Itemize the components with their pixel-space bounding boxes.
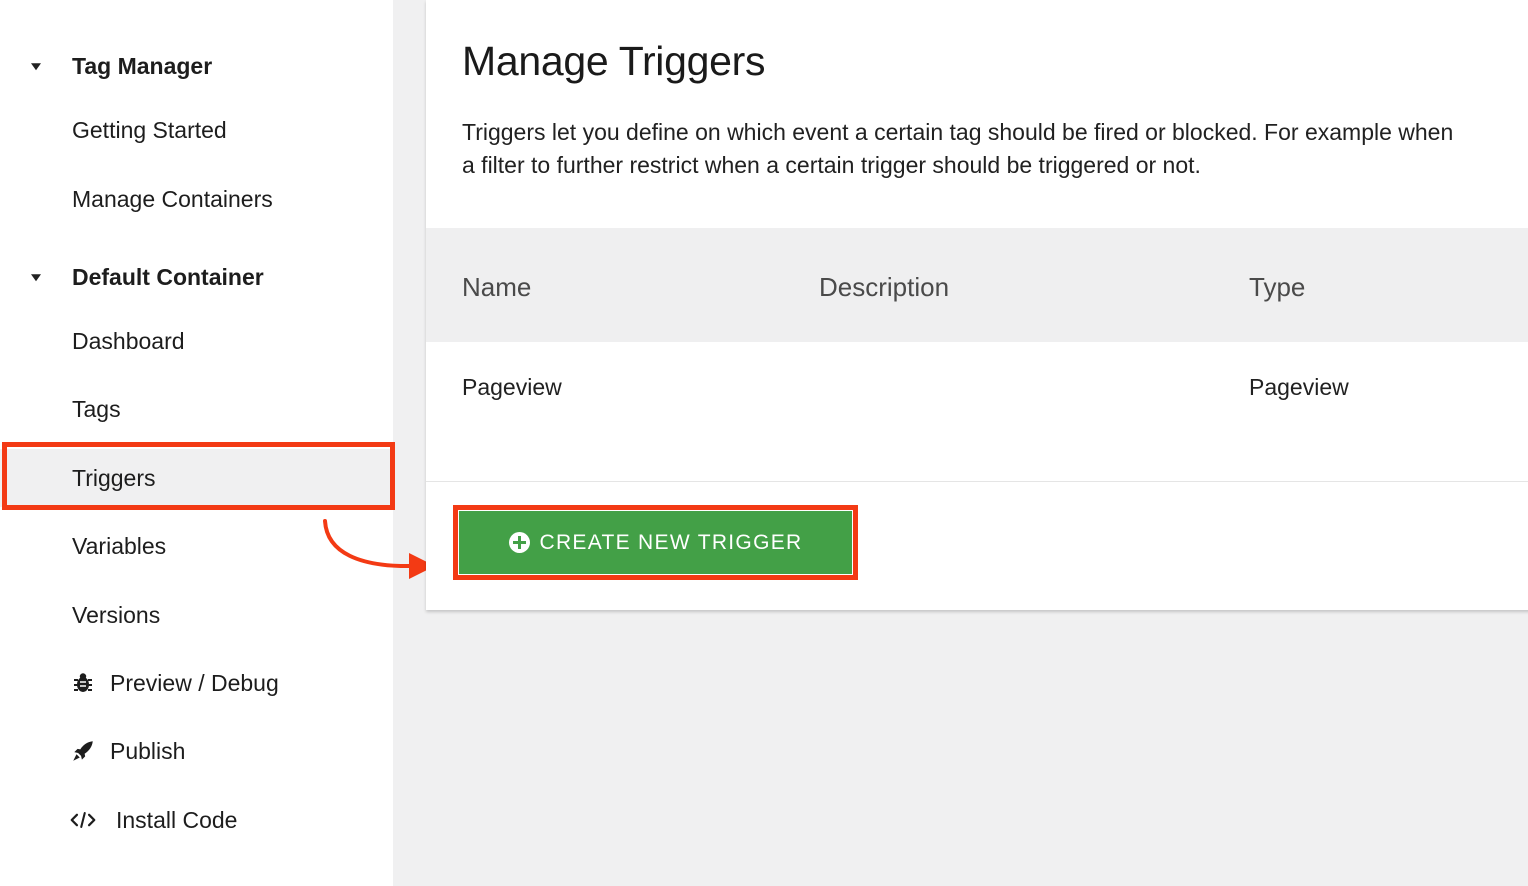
sidebar-item-label: Dashboard <box>72 327 185 354</box>
sidebar-item-label: Preview / Debug <box>110 669 279 696</box>
sidebar-item-install-code[interactable]: Install Code <box>0 791 393 849</box>
sidebar-item-label: Publish <box>110 737 186 764</box>
sidebar-item-label: Triggers <box>72 464 156 491</box>
sidebar-item-dashboard[interactable]: Dashboard <box>0 312 393 370</box>
bug-icon <box>70 670 96 696</box>
intro-line: a filter to further restrict when a cert… <box>462 152 1201 178</box>
sidebar-item-label: Variables <box>72 532 167 559</box>
cell-type: Pageview <box>1249 374 1349 400</box>
sidebar-item-label: Manage Containers <box>72 185 273 212</box>
page-title: Manage Triggers <box>462 38 766 84</box>
main-card: Manage Triggers Triggers let you define … <box>426 0 1528 610</box>
sidebar-item-tags[interactable]: Tags <box>0 380 393 438</box>
table-row[interactable]: Pageview Pageview <box>426 342 1528 482</box>
caret-down-icon <box>31 63 41 71</box>
rocket-icon <box>70 738 96 764</box>
plus-circle-icon <box>508 532 530 553</box>
column-header-description[interactable]: Description <box>819 272 949 303</box>
sidebar-item-label: Tags <box>72 395 121 422</box>
intro-line: Triggers let you define on which event a… <box>462 119 1454 145</box>
sidebar-group-default-container[interactable]: Default Container <box>0 257 393 297</box>
sidebar-item-manage-containers[interactable]: Manage Containers <box>0 170 393 228</box>
sidebar-item-label: Versions <box>72 601 161 628</box>
sidebar-group-title: Default Container <box>72 263 264 290</box>
intro-text: Triggers let you define on which event a… <box>462 116 1528 182</box>
table-header: Name Description Type <box>426 228 1528 342</box>
sidebar-group-title: Tag Manager <box>72 52 213 79</box>
code-icon <box>70 807 96 833</box>
sidebar: Tag Manager Getting Started Manage Conta… <box>0 0 393 886</box>
column-header-type[interactable]: Type <box>1249 272 1305 303</box>
column-header-name[interactable]: Name <box>462 272 531 303</box>
sidebar-item-label: Getting Started <box>72 116 227 143</box>
sidebar-group-tag-manager[interactable]: Tag Manager <box>0 46 393 86</box>
cell-name: Pageview <box>462 374 562 400</box>
sidebar-item-getting-started[interactable]: Getting Started <box>0 101 393 159</box>
sidebar-item-versions[interactable]: Versions <box>0 586 393 644</box>
sidebar-item-publish[interactable]: Publish <box>0 722 393 780</box>
sidebar-item-preview-debug[interactable]: Preview / Debug <box>0 654 393 712</box>
sidebar-item-label: Install Code <box>116 806 238 833</box>
create-new-trigger-button[interactable]: CREATE NEW TRIGGER <box>459 511 852 574</box>
create-button-label: CREATE NEW TRIGGER <box>539 530 803 554</box>
sidebar-item-triggers[interactable]: Triggers <box>0 449 393 507</box>
sidebar-item-variables[interactable]: Variables <box>0 517 393 575</box>
caret-down-icon <box>31 274 41 282</box>
